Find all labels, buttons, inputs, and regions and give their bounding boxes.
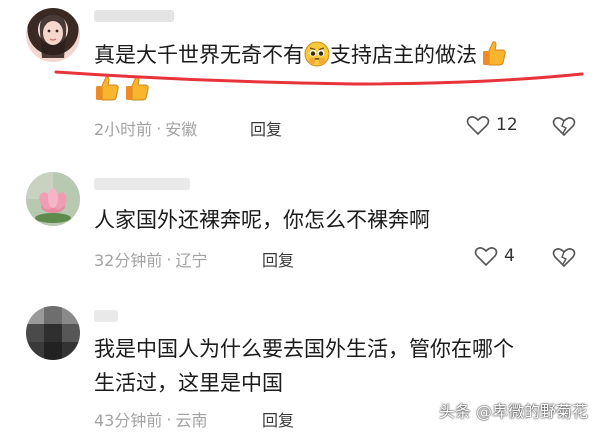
comment-text: 人家国外还裸奔呢，你怎么不裸奔啊 (94, 208, 430, 232)
avatar-portrait-icon (39, 14, 67, 58)
broken-heart-icon (552, 248, 576, 268)
comment-text: 真是大千世界无奇不有 支持店主的做法 (94, 38, 507, 77)
thumbs-up-emoji-icon (481, 39, 507, 77)
watermark: 头条 @卑微的野菊花 (438, 402, 588, 421)
like-button[interactable]: 4 (474, 245, 515, 267)
username-blurred (94, 178, 190, 190)
comment-meta: 43分钟前 · 云南 (94, 407, 207, 431)
comment-time: 43分钟前 (94, 411, 163, 430)
broken-heart-icon (552, 117, 576, 137)
comment-text-part2: 支持店主的做法 (330, 43, 477, 67)
thumbs-up-emoji-icon (124, 74, 150, 106)
heart-icon (466, 116, 490, 136)
reply-button[interactable]: 回复 (262, 247, 294, 271)
username-blurred (94, 10, 174, 22)
comment-meta: 32分钟前 · 辽宁 (94, 247, 207, 271)
reply-button[interactable]: 回复 (262, 407, 294, 431)
pleading-face-emoji-icon (304, 41, 330, 77)
mosaic-avatar-icon (26, 306, 80, 360)
comment-text-line1: 我是中国人为什么要去国外生活，管你在哪个 (94, 337, 514, 361)
dislike-button[interactable] (552, 115, 576, 141)
avatar[interactable] (26, 306, 80, 360)
dislike-button[interactable] (552, 246, 576, 272)
comment-time: 32分钟前 (94, 251, 163, 270)
comment-meta: 2小时前 · 安徽 (94, 116, 197, 140)
comment-location: 辽宁 (175, 251, 208, 270)
avatar[interactable] (26, 172, 80, 226)
heart-icon (474, 247, 498, 267)
comment-location: 安徽 (165, 120, 198, 139)
comment-text-part1: 真是大千世界无奇不有 (94, 43, 304, 67)
meta-separator: · (166, 409, 172, 429)
avatar[interactable] (26, 8, 80, 62)
comment-time: 2小时前 (94, 120, 153, 139)
like-count: 12 (496, 115, 518, 135)
meta-separator: · (166, 249, 172, 269)
meta-separator: · (156, 118, 162, 138)
thumbs-up-emoji-icon (94, 74, 120, 106)
username-blurred (94, 310, 118, 322)
lotus-avatar-icon (26, 172, 80, 226)
like-count: 4 (504, 246, 515, 266)
reply-button[interactable]: 回复 (250, 116, 282, 140)
comment-location: 云南 (175, 411, 208, 430)
comment-text-line2: 生活过，这里是中国 (94, 371, 283, 395)
like-button[interactable]: 12 (466, 114, 518, 136)
thumbs-up-row (94, 74, 150, 106)
